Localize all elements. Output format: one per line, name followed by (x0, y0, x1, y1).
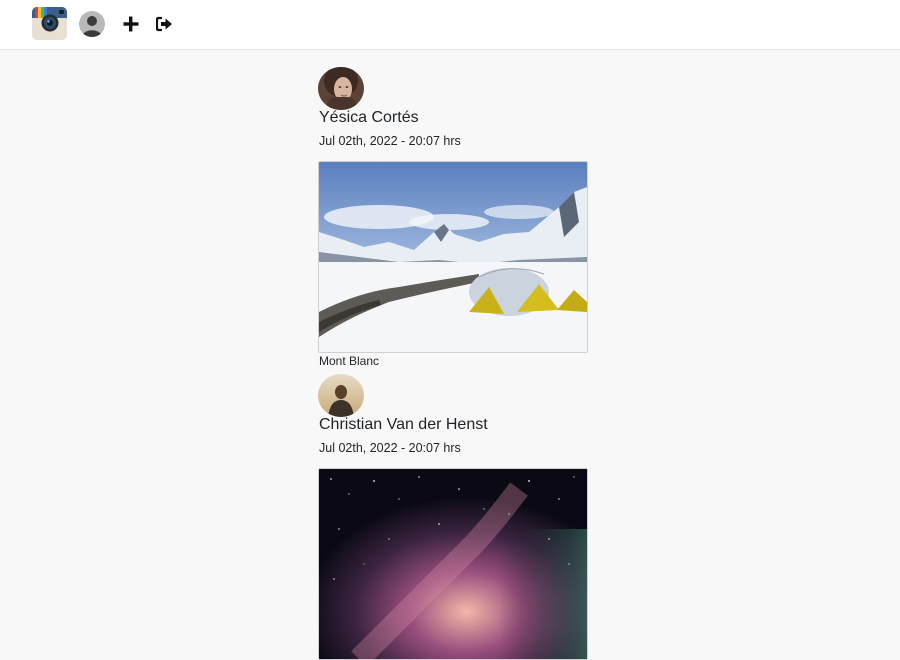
post-photo[interactable] (318, 161, 588, 353)
post-date: Jul 02th, 2022 - 20:07 hrs (319, 441, 461, 455)
post-caption: Mont Blanc (319, 354, 380, 368)
post-author-name[interactable]: Yésica Cortés (319, 109, 419, 127)
instagram-logo-icon[interactable] (32, 7, 67, 40)
logout-icon[interactable] (155, 16, 173, 32)
top-navbar (0, 0, 900, 50)
post-date: Jul 02th, 2022 - 20:07 hrs (319, 134, 461, 148)
post-photo[interactable] (318, 468, 588, 660)
profile-avatar-icon[interactable] (79, 11, 105, 37)
add-post-plus-icon[interactable] (122, 15, 140, 33)
author-avatar[interactable] (318, 67, 364, 110)
author-avatar[interactable] (318, 374, 364, 417)
post-author-name[interactable]: Christian Van der Henst (319, 416, 488, 434)
